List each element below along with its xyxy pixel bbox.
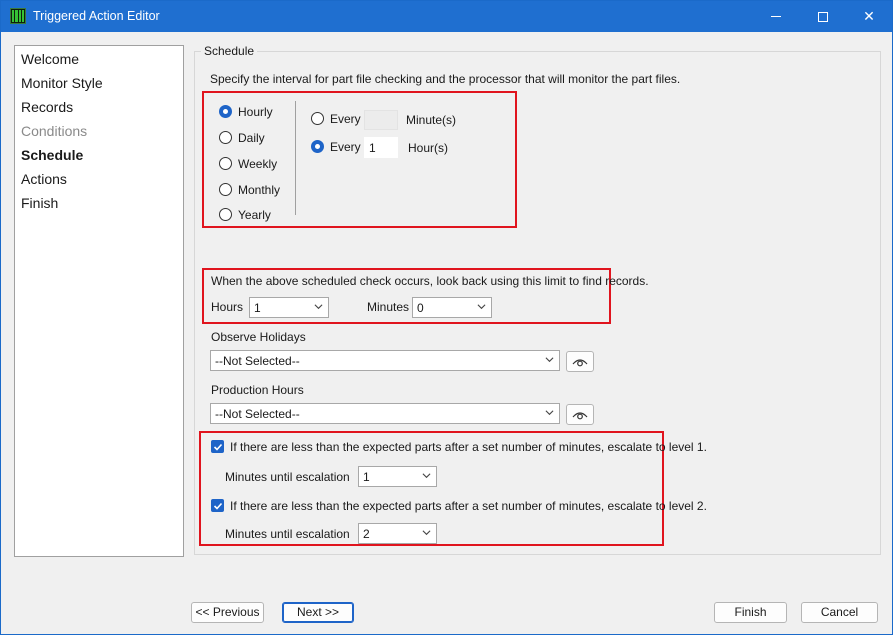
observe-holidays-dropdown[interactable]: --Not Selected-- bbox=[210, 350, 560, 371]
nav-item-conditions: Conditions bbox=[21, 123, 88, 139]
minimize-icon bbox=[771, 16, 781, 17]
nav-item-welcome[interactable]: Welcome bbox=[21, 51, 79, 67]
chevron-down-icon bbox=[422, 473, 431, 479]
radio-yearly-label: Yearly bbox=[238, 208, 271, 222]
lookback-hours-dropdown[interactable]: 1 bbox=[249, 297, 329, 318]
frequency-divider bbox=[295, 101, 296, 215]
radio-weekly[interactable] bbox=[219, 157, 232, 170]
escalation-level1-minutes-dropdown[interactable]: 1 bbox=[358, 466, 437, 487]
chevron-down-icon bbox=[477, 304, 486, 310]
radio-monthly-label: Monthly bbox=[238, 183, 281, 197]
eye-icon bbox=[572, 411, 588, 419]
hours-unit-label: Hour(s) bbox=[408, 141, 449, 155]
escalation-level2-minutes-dropdown[interactable]: 2 bbox=[358, 523, 437, 544]
next-button[interactable]: Next >> bbox=[282, 602, 354, 623]
checkmark-icon bbox=[213, 502, 222, 510]
radio-every-hours[interactable] bbox=[311, 140, 324, 153]
radio-hourly-label: Hourly bbox=[238, 105, 273, 119]
radio-weekly-label: Weekly bbox=[238, 157, 278, 171]
escalation-level2-minutes-label: Minutes until escalation bbox=[225, 527, 350, 541]
every-hours-label: Every bbox=[330, 140, 361, 154]
view-production-hours-button[interactable] bbox=[566, 404, 594, 425]
title-bar[interactable]: Triggered Action Editor ✕ bbox=[1, 1, 892, 32]
escalation-level2-text: If there are less than the expected part… bbox=[230, 499, 707, 513]
escalation-level2-checkbox[interactable] bbox=[211, 499, 224, 512]
nav-item-records[interactable]: Records bbox=[21, 99, 73, 115]
every-minutes-label: Every bbox=[330, 112, 361, 126]
radio-daily-label: Daily bbox=[238, 131, 265, 145]
production-hours-value: --Not Selected-- bbox=[215, 407, 300, 421]
observe-holidays-label: Observe Holidays bbox=[211, 330, 306, 344]
window-title: Triggered Action Editor bbox=[33, 9, 160, 23]
chevron-down-icon bbox=[545, 410, 554, 416]
lookback-hours-label: Hours bbox=[211, 300, 244, 314]
app-icon bbox=[10, 8, 26, 24]
lookback-minutes-value: 0 bbox=[417, 301, 424, 315]
nav-item-schedule[interactable]: Schedule bbox=[21, 147, 83, 163]
close-icon: ✕ bbox=[863, 8, 875, 24]
escalation-level1-minutes-value: 1 bbox=[363, 470, 370, 484]
close-button[interactable]: ✕ bbox=[846, 1, 892, 32]
every-hours-input[interactable]: 1 bbox=[364, 137, 398, 158]
minimize-button[interactable] bbox=[753, 1, 799, 32]
maximize-icon bbox=[818, 11, 828, 22]
maximize-button[interactable] bbox=[800, 1, 846, 32]
nav-item-actions[interactable]: Actions bbox=[21, 171, 67, 187]
escalation-level1-text: If there are less than the expected part… bbox=[230, 440, 707, 454]
nav-item-monitor-style[interactable]: Monitor Style bbox=[21, 75, 103, 91]
triggered-action-editor-window: Triggered Action Editor ✕ Welcome Monito… bbox=[0, 0, 893, 635]
every-minutes-input[interactable] bbox=[364, 110, 398, 130]
escalation-level2-minutes-value: 2 bbox=[363, 527, 370, 541]
previous-button[interactable]: << Previous bbox=[191, 602, 264, 623]
lookback-minutes-dropdown[interactable]: 0 bbox=[412, 297, 492, 318]
escalation-level1-minutes-label: Minutes until escalation bbox=[225, 470, 350, 484]
chevron-down-icon bbox=[422, 530, 431, 536]
radio-monthly[interactable] bbox=[219, 183, 232, 196]
observe-holidays-value: --Not Selected-- bbox=[215, 354, 300, 368]
wizard-step-list: Welcome Monitor Style Records Conditions… bbox=[14, 45, 184, 557]
minutes-unit-label: Minute(s) bbox=[406, 113, 457, 127]
schedule-group-legend: Schedule bbox=[201, 44, 258, 58]
lookback-text: When the above scheduled check occurs, l… bbox=[211, 274, 649, 288]
cancel-button[interactable]: Cancel bbox=[801, 602, 878, 623]
chevron-down-icon bbox=[545, 357, 554, 363]
lookback-hours-value: 1 bbox=[254, 301, 261, 315]
checkmark-icon bbox=[213, 443, 222, 451]
lookback-minutes-label: Minutes bbox=[367, 300, 410, 314]
view-holidays-button[interactable] bbox=[566, 351, 594, 372]
radio-hourly[interactable] bbox=[219, 105, 232, 118]
production-hours-dropdown[interactable]: --Not Selected-- bbox=[210, 403, 560, 424]
escalation-level1-checkbox[interactable] bbox=[211, 440, 224, 453]
radio-daily[interactable] bbox=[219, 131, 232, 144]
chevron-down-icon bbox=[314, 304, 323, 310]
eye-icon bbox=[572, 358, 588, 366]
radio-yearly[interactable] bbox=[219, 208, 232, 221]
schedule-intro-text: Specify the interval for part file check… bbox=[210, 72, 681, 86]
finish-button[interactable]: Finish bbox=[714, 602, 787, 623]
nav-item-finish[interactable]: Finish bbox=[21, 195, 58, 211]
radio-every-minutes[interactable] bbox=[311, 112, 324, 125]
production-hours-label: Production Hours bbox=[211, 383, 304, 397]
